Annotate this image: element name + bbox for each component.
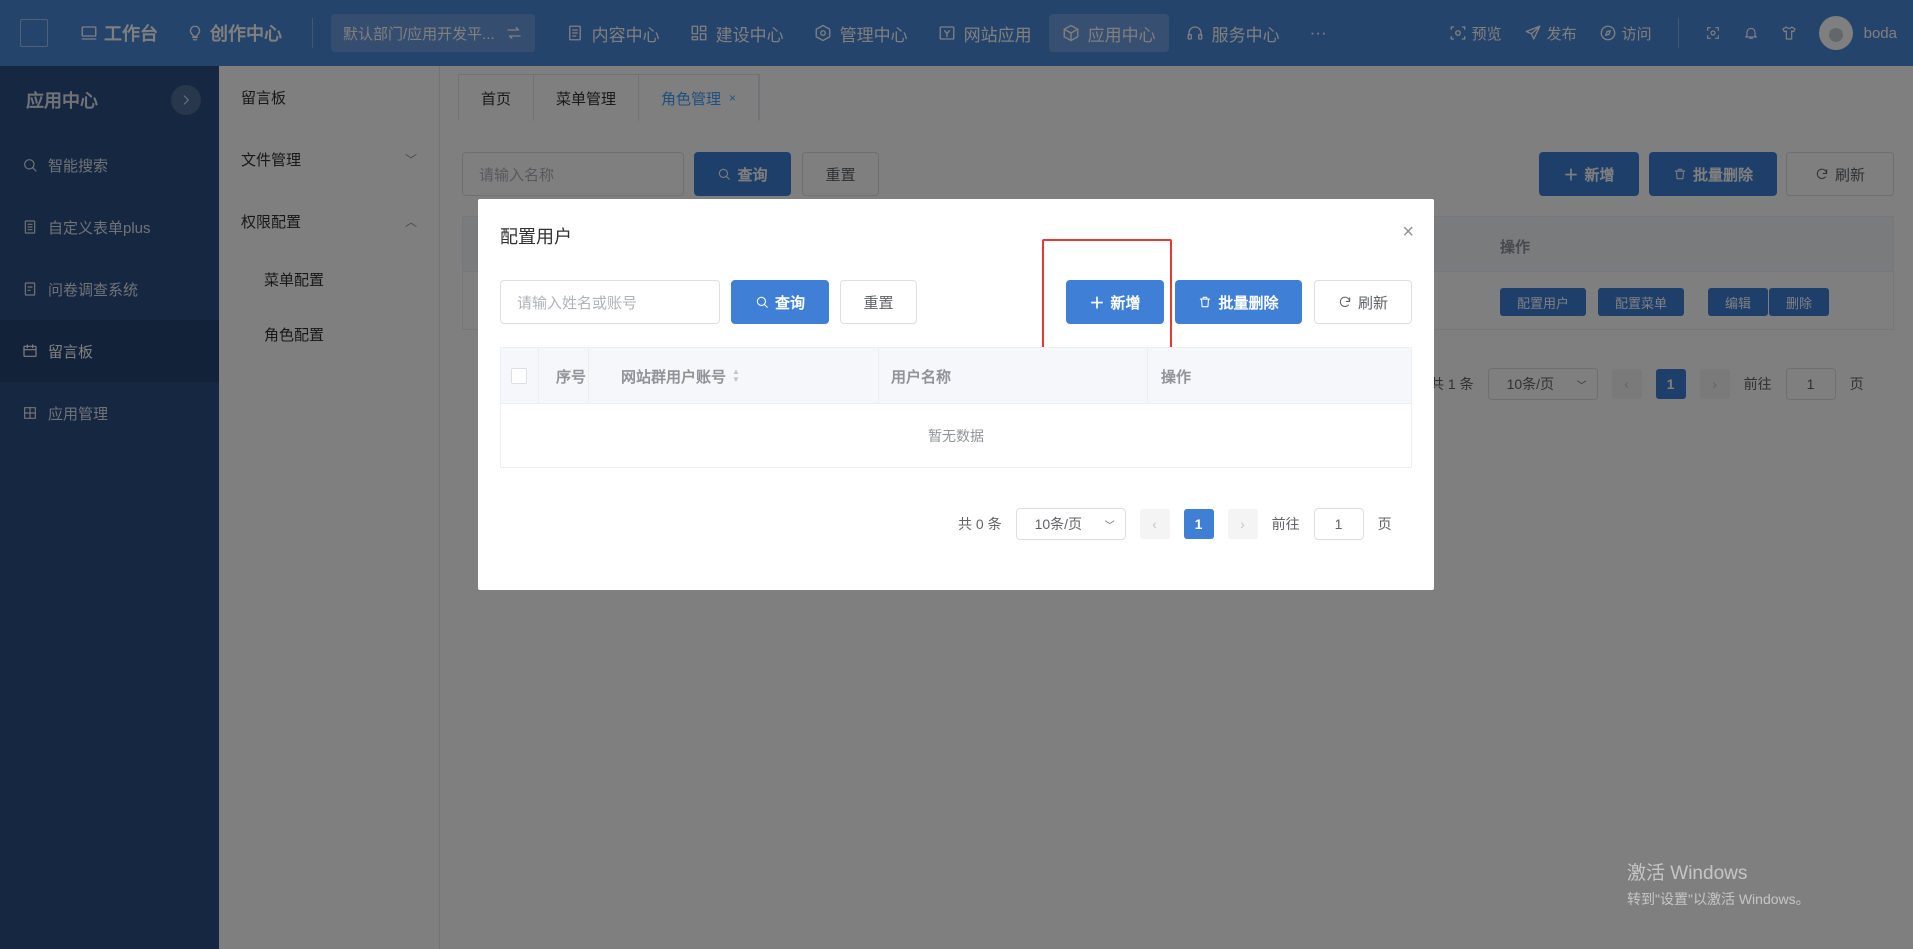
page-size-value: 10条/页 <box>1034 516 1083 532</box>
pagination-total: 共 0 条 <box>958 516 1002 532</box>
windows-activation-watermark: 激活 Windows 转到"设置"以激活 Windows。 <box>1627 858 1810 909</box>
watermark-line2: 转到"设置"以激活 Windows。 <box>1627 891 1810 907</box>
prev-page-button[interactable]: ‹ <box>1139 509 1170 539</box>
user-table: 序号 网站群用户账号 ▲ ▼ 用户名称 操作 暂无数据 <box>500 347 1412 468</box>
user-query-button[interactable]: 查询 <box>731 280 829 324</box>
chevron-down-icon: ﹀ <box>1104 520 1115 532</box>
column-header-account[interactable]: 网站群用户账号 ▲ ▼ <box>621 348 740 404</box>
dialog-title: 配置用户 <box>500 227 572 247</box>
select-all-checkbox[interactable] <box>511 348 527 404</box>
watermark-line1: 激活 Windows <box>1627 863 1748 884</box>
user-reset-button[interactable]: 重置 <box>840 280 917 324</box>
close-icon[interactable]: × <box>1402 221 1414 244</box>
column-header-label: 网站群用户账号 <box>621 368 727 386</box>
button-label: 查询 <box>774 294 805 312</box>
button-label: 刷新 <box>1357 294 1388 312</box>
page-size-select[interactable]: 10条/页 ﹀ <box>1015 508 1126 540</box>
user-table-header: 序号 网站群用户账号 ▲ ▼ 用户名称 操作 <box>501 348 1411 404</box>
user-search-input[interactable]: 请输入姓名或账号 <box>500 280 720 324</box>
user-batch-delete-button[interactable]: 批量删除 <box>1175 280 1302 324</box>
page-unit: 页 <box>1377 516 1392 532</box>
page-number[interactable]: 1 <box>1183 509 1214 539</box>
column-header-username: 用户名称 <box>891 368 952 386</box>
config-users-dialog: 配置用户 × 请输入姓名或账号 查询 重置 ＋ 新增 批量删除 刷新 序号 网站… <box>478 199 1434 590</box>
empty-state: 暂无数据 <box>928 428 984 444</box>
user-pagination: 共 0 条 10条/页 ﹀ ‹ 1 › 前往 1 页 <box>958 508 1392 540</box>
column-header-index: 序号 <box>556 368 587 386</box>
button-label: 重置 <box>863 294 894 312</box>
search-icon <box>756 296 768 308</box>
goto-page-input[interactable]: 1 <box>1313 508 1364 540</box>
next-page-button[interactable]: › <box>1227 509 1258 539</box>
refresh-icon <box>1339 296 1351 307</box>
column-header-ops: 操作 <box>1161 368 1192 386</box>
trash-icon <box>1200 296 1211 308</box>
button-label: 批量删除 <box>1218 294 1279 312</box>
highlight-box <box>1042 239 1172 353</box>
goto-label: 前往 <box>1271 516 1300 532</box>
sort-icon[interactable]: ▲ ▼ <box>732 368 740 384</box>
user-refresh-button[interactable]: 刷新 <box>1314 280 1412 324</box>
placeholder: 请输入姓名或账号 <box>517 294 638 312</box>
